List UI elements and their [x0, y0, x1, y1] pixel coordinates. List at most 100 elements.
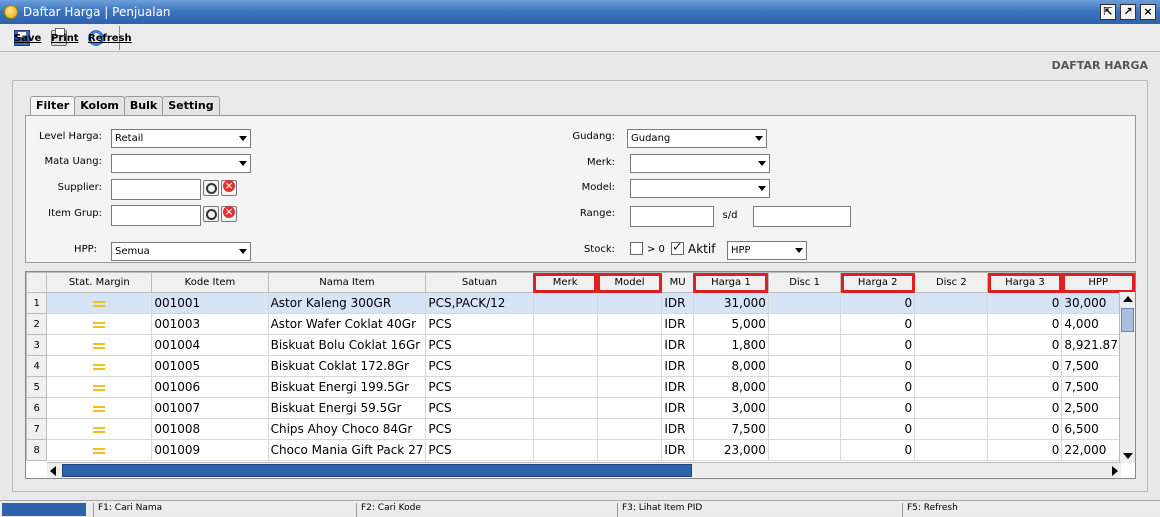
cell-margin[interactable] — [46, 418, 153, 440]
cell-mu[interactable]: IDR — [661, 292, 694, 314]
cell-harga-1[interactable]: 8,000 — [692, 355, 769, 377]
cell-disc-1[interactable] — [767, 376, 842, 398]
refresh-button[interactable]: Refresh — [80, 26, 132, 50]
cell-kode-item[interactable]: 001004 — [151, 334, 269, 356]
cell-merk[interactable] — [532, 397, 598, 419]
cell-kode-item[interactable]: 001007 — [151, 397, 269, 419]
table-row[interactable]: 6 001007 Biskuat Energi 59.5Gr PCS IDR 3,000 0… — [26, 397, 1135, 419]
table-row[interactable]: 8 001009 Choco Mania Gift Pack 27 PCS IDR 23,… — [26, 439, 1135, 461]
cell-model[interactable] — [596, 292, 663, 314]
cell-mu[interactable]: IDR — [661, 334, 694, 356]
cell-merk[interactable] — [532, 292, 598, 314]
cell-mu[interactable]: IDR — [661, 313, 694, 335]
col-merk[interactable]: Merk — [532, 272, 598, 293]
cell-disc-2[interactable] — [914, 418, 989, 440]
cell-rn[interactable]: 8 — [26, 439, 48, 461]
range-from-input[interactable] — [630, 206, 714, 227]
col-satuan[interactable]: Satuan — [425, 272, 534, 293]
cell-satuan[interactable]: PCS,PACK/12 — [425, 292, 534, 314]
cell-margin[interactable] — [46, 334, 153, 356]
cell-mu[interactable]: IDR — [661, 376, 694, 398]
cell-satuan[interactable]: PCS — [425, 355, 534, 377]
cell-disc-1[interactable] — [767, 355, 842, 377]
cell-disc-2[interactable] — [914, 334, 989, 356]
cell-harga-1[interactable]: 23,000 — [692, 439, 769, 461]
stock-aktif-checkbox[interactable] — [671, 240, 684, 255]
col-kode-item[interactable]: Kode Item — [151, 272, 269, 293]
range-to-input[interactable] — [753, 206, 851, 227]
cell-disc-2[interactable] — [914, 313, 989, 335]
cell-satuan[interactable]: PCS — [425, 313, 534, 335]
cell-rn[interactable]: 2 — [26, 313, 48, 335]
tab-bulk[interactable]: Bulk — [123, 96, 164, 116]
cell-kode-item[interactable]: 001009 — [151, 439, 269, 461]
cell-disc-2[interactable] — [914, 397, 989, 419]
cell-harga-2[interactable]: 0 — [840, 418, 916, 440]
cell-harga-3[interactable]: 0 — [987, 439, 1063, 461]
cell-harga-3[interactable]: 0 — [987, 355, 1063, 377]
cell-harga-2[interactable]: 0 — [840, 334, 916, 356]
cell-disc-1[interactable] — [767, 439, 842, 461]
cell-disc-2[interactable] — [914, 355, 989, 377]
table-row[interactable]: 5 001006 Biskuat Energi 199.5Gr PCS IDR 8,000… — [26, 376, 1135, 398]
cell-satuan[interactable]: PCS — [425, 418, 534, 440]
cell-disc-1[interactable] — [767, 334, 842, 356]
stock-type-select[interactable]: HPP — [727, 241, 807, 260]
cell-harga-2[interactable]: 0 — [840, 397, 916, 419]
cell-rn[interactable]: 4 — [26, 355, 48, 377]
cell-disc-2[interactable] — [914, 439, 989, 461]
cell-margin[interactable] — [46, 313, 153, 335]
cell-kode-item[interactable]: 001001 — [151, 292, 269, 314]
col-nama-item[interactable]: Nama Item — [267, 272, 427, 293]
cell-nama-item[interactable]: Astor Kaleng 300GR — [267, 292, 427, 314]
table-row[interactable]: 7 001008 Chips Ahoy Choco 84Gr PCS IDR 7,500 0… — [26, 418, 1135, 440]
cell-model[interactable] — [596, 418, 663, 440]
cell-nama-item[interactable]: Biskuat Energi 199.5Gr — [267, 376, 427, 398]
cell-harga-1[interactable]: 3,000 — [692, 397, 769, 419]
cell-nama-item[interactable]: Astor Wafer Coklat 40Gr — [267, 313, 427, 335]
cell-mu[interactable]: IDR — [661, 439, 694, 461]
cell-harga-3[interactable]: 0 — [987, 397, 1063, 419]
cell-satuan[interactable]: PCS — [425, 439, 534, 461]
col-harga-3[interactable]: Harga 3 — [987, 272, 1063, 293]
cell-harga-3[interactable]: 0 — [987, 376, 1063, 398]
cell-merk[interactable] — [532, 439, 598, 461]
cell-kode-item[interactable]: 001003 — [151, 313, 269, 335]
cell-margin[interactable] — [46, 292, 153, 314]
cell-kode-item[interactable]: 001008 — [151, 418, 269, 440]
cell-harga-1[interactable]: 7,500 — [692, 418, 769, 440]
cell-margin[interactable] — [46, 439, 153, 461]
tab-kolom[interactable]: Kolom — [74, 96, 125, 116]
cell-kode-item[interactable]: 001006 — [151, 376, 269, 398]
close-icon[interactable]: × — [1140, 4, 1156, 20]
col-hpp[interactable]: HPP — [1061, 272, 1135, 293]
cell-nama-item[interactable]: Biskuat Coklat 172.8Gr — [267, 355, 427, 377]
cell-mu[interactable]: IDR — [661, 397, 694, 419]
cell-harga-1[interactable]: 5,000 — [692, 313, 769, 335]
supplier-search-icon[interactable] — [203, 180, 219, 196]
cell-disc-2[interactable] — [914, 292, 989, 314]
cell-rn[interactable]: 3 — [26, 334, 48, 356]
cell-margin[interactable] — [46, 376, 153, 398]
cell-nama-item[interactable]: Biskuat Bolu Coklat 16Gr — [267, 334, 427, 356]
cell-harga-1[interactable]: 1,800 — [692, 334, 769, 356]
cell-model[interactable] — [596, 376, 663, 398]
mata-uang-select[interactable] — [111, 154, 251, 173]
table-row[interactable]: 3 001004 Biskuat Bolu Coklat 16Gr PCS IDR 1,8… — [26, 334, 1135, 356]
col-disc-1[interactable]: Disc 1 — [767, 272, 842, 293]
supplier-input[interactable] — [111, 179, 201, 200]
cell-kode-item[interactable]: 001005 — [151, 355, 269, 377]
cell-merk[interactable] — [532, 313, 598, 335]
cell-mu[interactable]: IDR — [661, 355, 694, 377]
hpp-select[interactable]: Semua — [111, 242, 251, 261]
cell-margin[interactable] — [46, 397, 153, 419]
tab-setting[interactable]: Setting — [162, 96, 220, 116]
cell-rn[interactable]: 5 — [26, 376, 48, 398]
scroll-up-icon[interactable] — [1123, 296, 1133, 302]
cell-nama-item[interactable]: Choco Mania Gift Pack 27 — [267, 439, 427, 461]
cell-model[interactable] — [596, 397, 663, 419]
cell-harga-3[interactable]: 0 — [987, 418, 1063, 440]
stock-gt0-checkbox[interactable] — [630, 242, 643, 255]
cell-satuan[interactable]: PCS — [425, 376, 534, 398]
cell-merk[interactable] — [532, 418, 598, 440]
